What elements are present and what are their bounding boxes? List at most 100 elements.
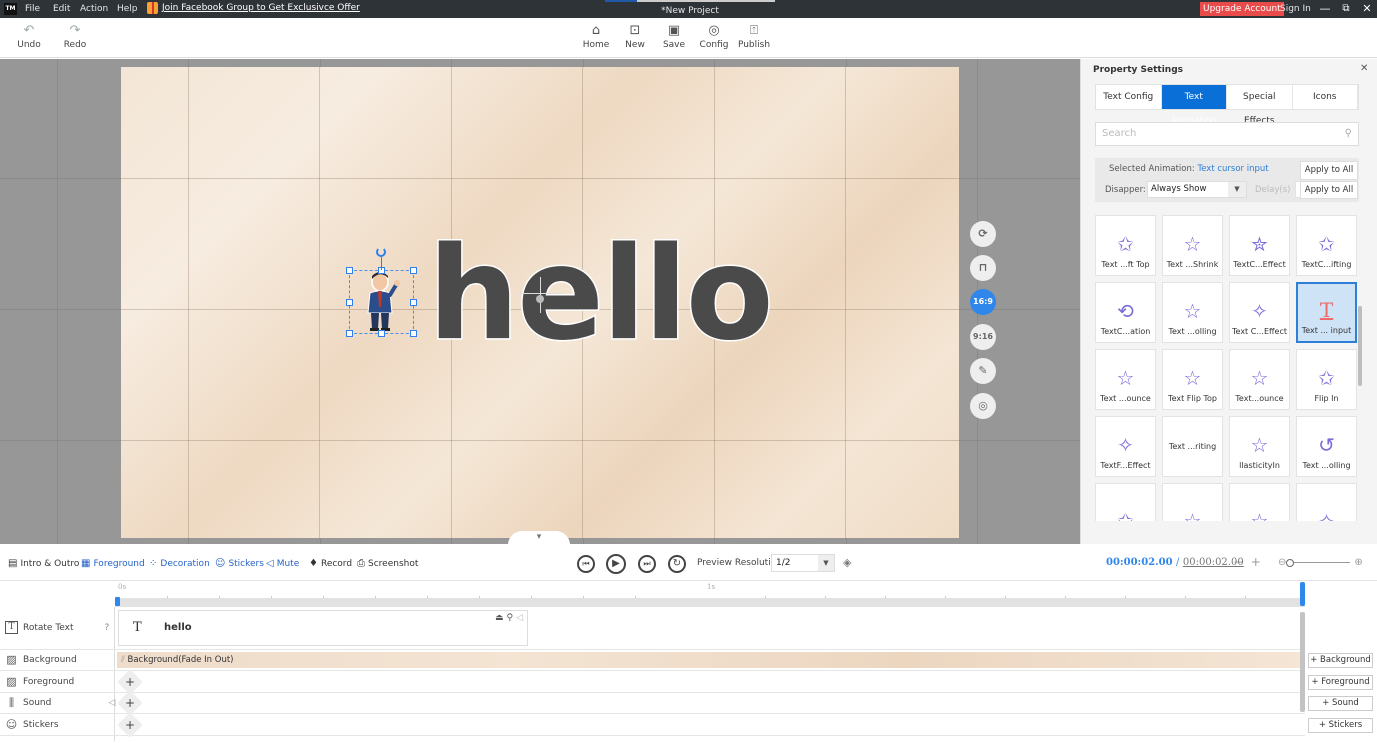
anchor-point[interactable] xyxy=(536,295,544,303)
foreground-button[interactable]: ▦ Foreground xyxy=(81,558,145,569)
track-label-rotate-text[interactable]: T Rotate Text ? xyxy=(5,621,109,634)
panel-close-icon[interactable]: ✕ xyxy=(1360,63,1368,74)
decoration-button[interactable]: ⁘ Decoration xyxy=(149,558,210,569)
timeline-scrollbar[interactable] xyxy=(1300,612,1305,712)
skip-start-icon[interactable]: ⏮ xyxy=(577,555,595,573)
zoom-slider-knob[interactable] xyxy=(1286,558,1295,567)
duration-plus-button[interactable]: + xyxy=(1251,555,1261,569)
collapse-timeline-toggle[interactable]: ▾ xyxy=(508,531,570,545)
animation-card[interactable]: ✧ xyxy=(1296,483,1357,521)
background-clip[interactable]: ⫽ Background(Fade In Out) xyxy=(117,652,1300,668)
track-label-sound[interactable]: ⫼ Sound ◁ xyxy=(5,696,115,710)
tab-special-effects[interactable]: Special Effects xyxy=(1227,85,1293,126)
tab-text-config[interactable]: Text Config xyxy=(1096,85,1162,109)
promo-text[interactable]: Join Facebook Group to Get Exclusivce Of… xyxy=(162,3,360,13)
animation-card[interactable]: ✧ Text C...Effect xyxy=(1229,282,1290,343)
track-label-foreground[interactable]: ▨ Foreground xyxy=(5,675,74,688)
playhead[interactable] xyxy=(1300,582,1305,606)
mute-button[interactable]: ◁ Mute xyxy=(266,558,299,569)
close-icon[interactable]: ✕ xyxy=(1360,0,1374,18)
home-button[interactable]: ⌂ Home xyxy=(576,22,616,50)
publish-button[interactable]: ⍐ Publish xyxy=(734,22,774,50)
add-stickers-button[interactable]: + Stickers xyxy=(1308,718,1373,733)
animation-card[interactable]: ☆ Text ...ounce xyxy=(1095,349,1156,410)
resize-handle[interactable] xyxy=(346,267,353,274)
animation-card[interactable]: ✮ TextC...Effect xyxy=(1229,215,1290,276)
zoom-slider-track[interactable] xyxy=(1294,562,1351,563)
animation-card[interactable]: ☆ Text ...olling xyxy=(1162,282,1223,343)
replay-icon[interactable]: ↻ xyxy=(668,555,686,573)
timeline-zoom-slider[interactable]: ⊖ ⊕ xyxy=(1278,557,1363,568)
resize-handle[interactable] xyxy=(346,330,353,337)
animation-card[interactable]: ✧ TextF...Effect xyxy=(1095,416,1156,477)
new-button[interactable]: ⊡ New xyxy=(615,22,655,50)
track-label-background[interactable]: ▨ Background xyxy=(5,653,76,666)
animation-card[interactable]: ✩ Flip In xyxy=(1296,349,1357,410)
help-icon[interactable]: ? xyxy=(105,623,110,633)
sound-volume-icon[interactable]: ◁ xyxy=(108,698,115,708)
timeline-ruler[interactable]: 0s 1s xyxy=(115,582,1305,599)
ratio-16-9-button[interactable]: 16:9 xyxy=(970,289,996,315)
edit-pen-icon[interactable]: ✎ xyxy=(970,358,996,384)
animation-search-input[interactable]: Search ⚲ xyxy=(1095,122,1359,146)
intro-outro-button[interactable]: ▤ Intro & Outro xyxy=(8,558,79,569)
track-label-stickers[interactable]: ☺ Stickers xyxy=(5,718,59,731)
resize-handle[interactable] xyxy=(378,330,385,337)
tab-icons[interactable]: Icons xyxy=(1293,85,1358,109)
animation-card[interactable]: Text ...riting xyxy=(1162,416,1223,477)
rotate-handle-icon[interactable] xyxy=(376,247,386,257)
resize-handle[interactable] xyxy=(410,299,417,306)
minimize-icon[interactable]: — xyxy=(1318,0,1332,18)
animation-card[interactable]: ☆ Text...ounce xyxy=(1229,349,1290,410)
tab-text-animation[interactable]: Text Animation xyxy=(1161,85,1227,126)
skip-end-icon[interactable]: ⏭ xyxy=(638,555,656,573)
canvas-text-hello[interactable]: hello xyxy=(427,229,776,360)
duration-minus-button[interactable]: − xyxy=(1233,555,1243,569)
menu-action[interactable]: Action xyxy=(80,0,108,18)
animation-card[interactable]: ☆ xyxy=(1229,483,1290,521)
add-stickers-inline[interactable]: + xyxy=(117,712,143,738)
menu-help[interactable]: Help xyxy=(117,0,138,18)
animation-card[interactable]: ✩ TextC...ifting xyxy=(1296,215,1357,276)
apply-to-all-button[interactable]: Apply to All xyxy=(1300,161,1358,180)
zoom-in-icon[interactable]: ⊕ xyxy=(1354,557,1362,568)
animation-card[interactable]: ⟲ TextC...ation xyxy=(1095,282,1156,343)
add-sound-button[interactable]: + Sound xyxy=(1308,696,1373,711)
ratio-9-16-button[interactable]: 9:16 xyxy=(970,324,996,350)
restore-icon[interactable]: ⧉ xyxy=(1339,0,1353,18)
save-button[interactable]: ▣ Save xyxy=(654,22,694,50)
animation-card[interactable]: ✩ Text ...ft Top xyxy=(1095,215,1156,276)
disappear-dropdown[interactable]: Always Show ▼ xyxy=(1147,181,1247,198)
animation-card[interactable]: ↺ Text ...olling xyxy=(1296,416,1357,477)
stickers-button[interactable]: ☺ Stickers xyxy=(215,558,264,569)
sync-icon[interactable]: ⟳ xyxy=(970,221,996,247)
layers-icon[interactable]: ◈ xyxy=(843,556,851,569)
animation-card[interactable]: ✩ xyxy=(1095,483,1156,521)
preview-resolution-dropdown[interactable]: 1/2 ▼ xyxy=(771,554,835,572)
zoom-out-icon[interactable]: ⊖ xyxy=(1278,557,1286,568)
resize-handle[interactable] xyxy=(410,267,417,274)
promo-link[interactable]: Join Facebook Group to Get Exclusivce Of… xyxy=(147,2,360,14)
resize-handle[interactable] xyxy=(346,299,353,306)
menu-edit[interactable]: Edit xyxy=(53,0,70,18)
add-foreground-button[interactable]: + Foreground xyxy=(1308,675,1373,690)
record-button[interactable]: ♦ Record xyxy=(309,558,352,569)
timeline-scrub-bar[interactable] xyxy=(115,598,1305,607)
play-icon[interactable]: ▶ xyxy=(606,554,626,574)
clip-effect-icon[interactable]: ⏏ xyxy=(495,613,504,623)
resize-handle[interactable] xyxy=(410,330,417,337)
redo-button[interactable]: ↷ Redo xyxy=(55,22,95,50)
selection-box[interactable] xyxy=(346,267,417,337)
panel-scrollbar[interactable] xyxy=(1358,306,1362,386)
animation-card[interactable]: T Text ... input xyxy=(1296,282,1357,343)
unlock-icon[interactable]: ⊓ xyxy=(970,255,996,281)
apply-to-all-delay-button[interactable]: Apply to All xyxy=(1300,181,1358,199)
animation-card[interactable]: ☆ llasticityIn xyxy=(1229,416,1290,477)
screenshot-button[interactable]: ⎙ Screenshot xyxy=(357,558,418,569)
sign-in-button[interactable]: Sign In xyxy=(1280,0,1311,18)
clip-sound-icon[interactable]: ◁ xyxy=(516,613,523,623)
timeline-start-marker[interactable] xyxy=(115,597,120,606)
config-button[interactable]: ◎ Config xyxy=(694,22,734,50)
animation-card[interactable]: ☆ Text ...Shrink xyxy=(1162,215,1223,276)
animation-card[interactable]: ☆ xyxy=(1162,483,1223,521)
